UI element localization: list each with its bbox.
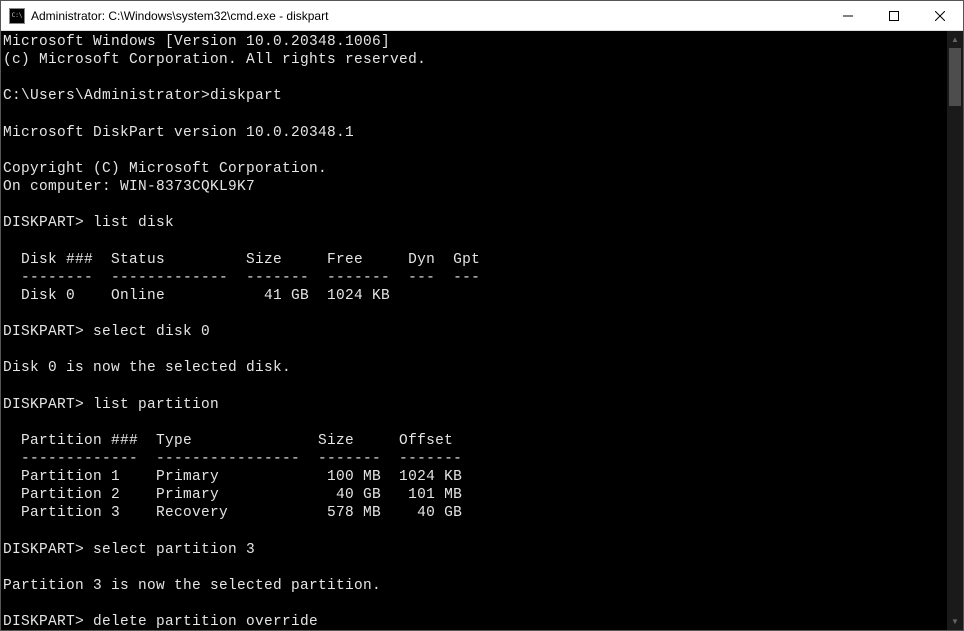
disk-table-divider: -------- ------------- ------- ------- -… — [3, 270, 480, 286]
diskpart-msg: Disk 0 is now the selected disk. — [3, 360, 291, 376]
terminal-output[interactable]: Microsoft Windows [Version 10.0.20348.10… — [1, 31, 947, 630]
minimize-icon — [843, 11, 853, 21]
maximize-icon — [889, 11, 899, 21]
diskpart-cmd-line: DISKPART> delete partition override — [3, 614, 318, 630]
banner-line: (c) Microsoft Corporation. All rights re… — [3, 52, 426, 68]
diskpart-computer: On computer: WIN-8373CQKL9K7 — [3, 179, 255, 195]
close-button[interactable] — [917, 1, 963, 31]
partition-table-row: Partition 2 Primary 40 GB 101 MB — [3, 487, 462, 503]
scroll-up-button[interactable]: ▲ — [947, 31, 963, 48]
disk-table-row: Disk 0 Online 41 GB 1024 KB — [3, 288, 390, 304]
partition-table-divider: ------------- ---------------- ------- -… — [3, 451, 462, 467]
close-icon — [935, 11, 945, 21]
diskpart-msg: Partition 3 is now the selected partitio… — [3, 578, 381, 594]
partition-table-row: Partition 1 Primary 100 MB 1024 KB — [3, 469, 462, 485]
minimize-button[interactable] — [825, 1, 871, 31]
cmd-prompt-line: C:\Users\Administrator>diskpart — [3, 88, 282, 104]
cmd-window: Administrator: C:\Windows\system32\cmd.e… — [0, 0, 964, 631]
window-title: Administrator: C:\Windows\system32\cmd.e… — [31, 9, 328, 23]
banner-line: Microsoft Windows [Version 10.0.20348.10… — [3, 34, 390, 50]
diskpart-cmd-line: DISKPART> select partition 3 — [3, 542, 255, 558]
partition-table-row: Partition 3 Recovery 578 MB 40 GB — [3, 505, 462, 521]
vertical-scrollbar[interactable]: ▲ ▼ — [947, 31, 963, 630]
diskpart-copyright: Copyright (C) Microsoft Corporation. — [3, 161, 327, 177]
scroll-track[interactable] — [947, 48, 963, 613]
scroll-down-button[interactable]: ▼ — [947, 613, 963, 630]
scroll-thumb[interactable] — [949, 48, 961, 106]
cmd-icon — [9, 8, 25, 24]
partition-table-header: Partition ### Type Size Offset — [3, 433, 453, 449]
content-area: Microsoft Windows [Version 10.0.20348.10… — [1, 31, 963, 630]
titlebar[interactable]: Administrator: C:\Windows\system32\cmd.e… — [1, 1, 963, 31]
diskpart-cmd-line: DISKPART> select disk 0 — [3, 324, 210, 340]
maximize-button[interactable] — [871, 1, 917, 31]
diskpart-cmd-line: DISKPART> list disk — [3, 215, 174, 231]
disk-table-header: Disk ### Status Size Free Dyn Gpt — [3, 252, 480, 268]
diskpart-cmd-line: DISKPART> list partition — [3, 397, 219, 413]
diskpart-version: Microsoft DiskPart version 10.0.20348.1 — [3, 125, 354, 141]
